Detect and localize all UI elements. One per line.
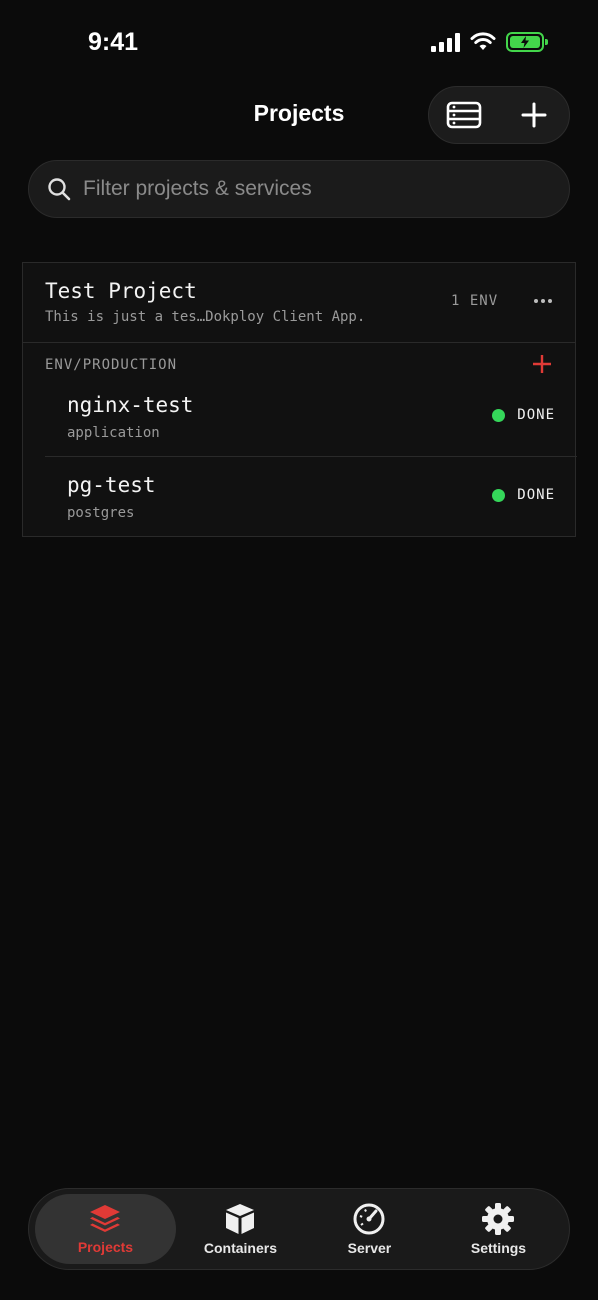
search-icon <box>48 178 71 201</box>
env-count: 1 ENV <box>451 293 499 309</box>
status-text: DONE <box>517 487 555 503</box>
service-type: postgres <box>67 505 135 521</box>
tab-label: Server <box>347 1240 392 1256</box>
status-dot-icon <box>492 488 506 502</box>
tab-label: Projects <box>77 1239 134 1255</box>
search-bar <box>28 160 570 218</box>
status-time: 9:41 <box>88 28 139 56</box>
tab-label: Settings <box>470 1240 527 1256</box>
service-type: application <box>67 425 160 441</box>
search-input[interactable] <box>83 177 569 201</box>
add-project-button[interactable] <box>505 86 563 144</box>
project-name: Test Project <box>45 279 197 303</box>
service-row[interactable]: pg-test postgres DONE <box>45 457 577 537</box>
environment-label: ENV/PRODUCTION <box>45 357 178 373</box>
tab-settings[interactable]: Settings <box>434 1194 563 1264</box>
tab-server[interactable]: Server <box>305 1194 434 1264</box>
plus-icon <box>533 355 551 373</box>
screen: 9:41 Projects Filter projects & services… <box>0 0 598 1300</box>
charging-bolt-icon <box>521 36 529 48</box>
status-dot-icon <box>492 408 506 422</box>
service-row[interactable]: nginx-test application DONE <box>45 377 577 457</box>
service-name: nginx-test <box>67 393 194 417</box>
status-badge: DONE <box>492 407 555 423</box>
cellular-signal-icon <box>431 32 460 52</box>
status-bar: 9:41 <box>0 0 598 88</box>
tab-projects[interactable]: Projects <box>35 1194 176 1264</box>
more-icon <box>534 299 538 303</box>
header-actions <box>428 86 570 144</box>
status-icons <box>431 32 548 52</box>
service-name: pg-test <box>67 473 156 497</box>
box-icon <box>226 1204 255 1234</box>
wifi-icon <box>470 32 496 50</box>
status-text: DONE <box>517 407 555 423</box>
battery-icon <box>506 32 548 52</box>
project-card: Test Project This is just a tes…Dokploy … <box>22 262 577 537</box>
add-service-button[interactable] <box>529 351 555 377</box>
server-icon <box>446 101 482 129</box>
tab-bar: Projects Containers Server Settings <box>28 1188 570 1270</box>
server-list-button[interactable] <box>435 86 493 144</box>
project-more-button[interactable] <box>529 289 557 313</box>
project-header[interactable]: Test Project This is just a tes…Dokploy … <box>23 263 575 343</box>
layers-icon <box>90 1205 121 1232</box>
gauge-icon <box>353 1203 385 1235</box>
plus-icon <box>521 102 547 128</box>
project-description: This is just a tes…Dokploy Client App. <box>45 309 366 325</box>
gear-icon <box>482 1203 515 1235</box>
tab-containers[interactable]: Containers <box>176 1194 305 1264</box>
tab-label: Containers <box>203 1240 277 1256</box>
status-badge: DONE <box>492 487 555 503</box>
